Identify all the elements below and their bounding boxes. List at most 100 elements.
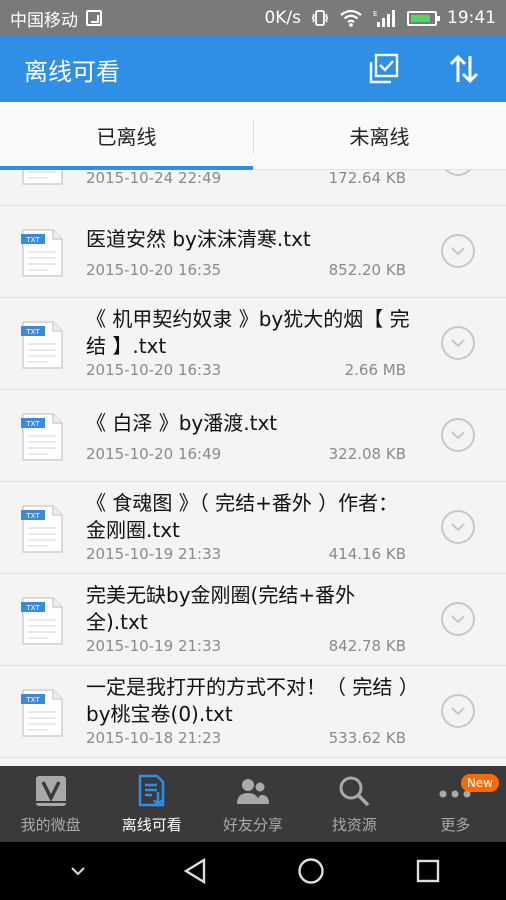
expand-options-button[interactable]	[441, 418, 475, 452]
disk-icon	[35, 775, 66, 806]
file-row[interactable]: TXT 医道安然 by沫沫清寒.txt 2015-10-20 16:35 852.20…	[0, 206, 506, 298]
file-type-label: TXT	[25, 236, 40, 244]
txt-file-icon: TXT	[20, 504, 64, 554]
file-date: 2015-10-20 16:35	[86, 261, 222, 279]
nav-label: 离线可看	[121, 815, 182, 834]
file-date: 2015-10-19 21:33	[86, 637, 222, 655]
friends-icon	[237, 778, 269, 804]
new-badge: New	[460, 774, 499, 792]
nav-label: 好友分享	[223, 815, 284, 834]
expand-options-button[interactable]	[441, 694, 475, 728]
tab-bar: 已离线 未离线	[0, 102, 506, 170]
sort-icon	[449, 54, 479, 84]
chevron-down-icon	[451, 523, 465, 532]
file-name: 《 白泽 》by潘渡.txt	[86, 411, 278, 435]
status-left: 中国移动	[10, 6, 102, 31]
file-name: 一定是我打开的方式不对！（ 完结 ）by桃宝卷(0).txt	[86, 675, 409, 726]
file-size: 414.16 KB	[328, 545, 406, 563]
file-date: 2015-10-20 16:49	[86, 445, 222, 463]
txt-file-icon: TXT	[20, 596, 64, 646]
expand-options-button[interactable]	[441, 602, 475, 636]
file-type-label: TXT	[25, 420, 40, 428]
tab-label: 已离线	[96, 125, 157, 149]
file-row[interactable]: TXT 《 食魂图 》（ 完结+番外 ）作者：金刚圈.txt 2015-10-19 …	[0, 482, 506, 574]
file-name: 医道安然 by沫沫清寒.txt	[86, 227, 311, 251]
clock: 19:41	[447, 8, 496, 28]
network-speed: 0K/s	[264, 8, 301, 28]
chevron-down-icon	[71, 867, 85, 876]
txt-file-icon: TXT	[20, 170, 64, 186]
file-type-label: TXT	[25, 696, 40, 704]
home-button[interactable]	[291, 851, 331, 891]
vibrate-icon	[311, 10, 329, 26]
nav-my-disk[interactable]: 我的微盘	[0, 766, 101, 842]
file-row[interactable]: TXT 2015-10-24 22:49 172.64 KB	[0, 170, 506, 206]
screenshot-notification-icon	[86, 10, 102, 26]
expand-options-button[interactable]	[441, 234, 475, 268]
chevron-down-icon	[451, 615, 465, 624]
file-date: 2015-10-20 16:33	[86, 361, 222, 379]
file-type-label: TXT	[25, 328, 40, 336]
app-actions	[366, 51, 482, 87]
file-name: 完美无缺by金刚圈(完结+番外全).txt	[86, 583, 356, 634]
expand-options-button[interactable]	[441, 170, 475, 176]
app-bar: 离线可看	[0, 36, 506, 102]
hide-nav-button[interactable]	[58, 851, 98, 891]
sort-button[interactable]	[446, 51, 482, 87]
nav-friends-share[interactable]: 好友分享	[202, 766, 303, 842]
file-size: 842.78 KB	[328, 637, 406, 655]
file-list-content: TXT 2015-10-24 22:49 172.64 KB TXT 医道安然 by沫沫…	[0, 170, 506, 758]
file-size: 322.08 KB	[328, 445, 406, 463]
expand-options-button[interactable]	[441, 510, 475, 544]
status-bar: 中国移动 0K/s E 19:41	[0, 0, 506, 36]
home-circle-icon	[298, 858, 324, 884]
file-name: 《 机甲契约奴隶 》by犹大的烟【 完结 】.txt	[86, 307, 410, 358]
recents-button[interactable]	[408, 851, 448, 891]
chevron-down-icon	[451, 247, 465, 256]
signal-icon: E	[373, 10, 395, 27]
txt-file-icon: TXT	[20, 320, 64, 370]
chevron-down-icon	[451, 707, 465, 716]
status-right: 0K/s E 19:41	[264, 8, 496, 28]
svg-text:E: E	[373, 10, 377, 18]
tab-offline-pending[interactable]: 未离线	[253, 102, 506, 169]
offline-doc-icon	[138, 774, 165, 807]
file-date: 2015-10-24 22:49	[86, 170, 222, 187]
txt-file-icon: TXT	[20, 228, 64, 278]
tab-label: 未离线	[349, 125, 410, 149]
file-type-label: TXT	[25, 604, 40, 612]
chevron-down-icon	[451, 339, 465, 348]
page-title: 离线可看	[24, 57, 120, 86]
nav-find-resources[interactable]: 找资源	[304, 766, 405, 842]
file-type-label: TXT	[25, 512, 40, 520]
tab-divider	[253, 120, 254, 154]
battery-icon	[407, 10, 440, 26]
nav-more[interactable]: New 更多	[405, 766, 506, 842]
multi-select-icon	[369, 53, 399, 84]
file-row[interactable]: TXT 一定是我打开的方式不对！（ 完结 ）by桃宝卷(0).txt 2015-10…	[0, 666, 506, 758]
bottom-nav: 我的微盘 离线可看 好友分享 找资源 New 更多	[0, 766, 506, 842]
back-button[interactable]	[175, 851, 215, 891]
carrier-label: 中国移动	[10, 10, 78, 31]
file-row[interactable]: TXT 《 机甲契约奴隶 》by犹大的烟【 完结 】.txt 2015-10-20 …	[0, 298, 506, 390]
tab-offline-done[interactable]: 已离线	[0, 102, 253, 169]
txt-file-icon: TXT	[20, 688, 64, 738]
multi-select-button[interactable]	[366, 51, 402, 87]
nav-label: 找资源	[331, 815, 377, 834]
back-triangle-icon	[183, 857, 205, 885]
recents-square-icon	[416, 859, 439, 883]
file-size: 852.20 KB	[328, 261, 406, 279]
file-row[interactable]: TXT 完美无缺by金刚圈(完结+番外全).txt 2015-10-19 21:33…	[0, 574, 506, 666]
file-list[interactable]: TXT 2015-10-24 22:49 172.64 KB TXT 医道安然 by沫沫…	[0, 170, 506, 766]
file-name: 《 食魂图 》（ 完结+番外 ）作者：金刚圈.txt	[86, 491, 399, 542]
chevron-down-icon	[451, 431, 465, 440]
nav-label: 我的微盘	[20, 815, 81, 834]
file-size: 172.64 KB	[328, 170, 406, 187]
file-size: 533.62 KB	[328, 729, 406, 747]
file-date: 2015-10-19 21:33	[86, 545, 222, 563]
search-icon	[339, 776, 370, 806]
nav-label: 更多	[440, 815, 471, 834]
file-row[interactable]: TXT 《 白泽 》by潘渡.txt 2015-10-20 16:49 322.08 …	[0, 390, 506, 482]
expand-options-button[interactable]	[441, 326, 475, 360]
nav-offline[interactable]: 离线可看	[101, 766, 202, 842]
